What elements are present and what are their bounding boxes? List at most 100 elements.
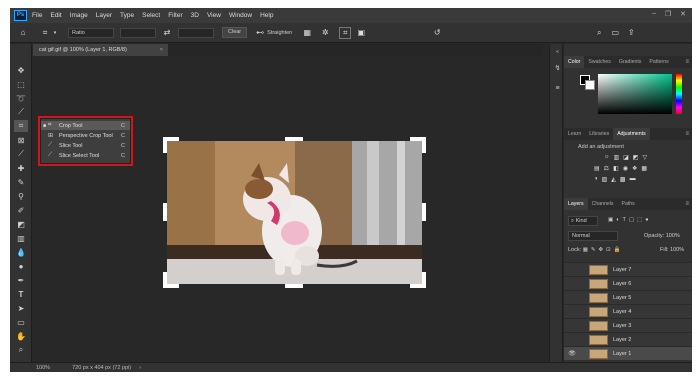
content-aware-icon[interactable]: ▣ (356, 28, 366, 38)
delete-cropped-pixels-icon[interactable]: ⌗ (339, 26, 352, 39)
vibrance-icon[interactable]: ▽ (643, 154, 648, 161)
swap-icon[interactable]: ⇄ (162, 28, 172, 38)
crop-handle-top-right[interactable] (422, 137, 426, 153)
background-color-swatch[interactable] (585, 80, 595, 90)
menu-layer[interactable]: Layer (96, 12, 112, 19)
eraser-tool-icon[interactable]: ◩ (14, 218, 28, 230)
menu-window[interactable]: Window (229, 12, 252, 19)
history-icon[interactable]: ↯ (553, 64, 562, 73)
menu-image[interactable]: Image (70, 12, 88, 19)
menu-file[interactable]: File (32, 12, 42, 19)
frame-tool-icon[interactable]: ⊠ (14, 134, 28, 146)
tab-color[interactable]: Color (564, 56, 585, 68)
panel-menu-icon[interactable]: ≡ (685, 198, 689, 210)
layer-row[interactable]: Layer 2 (564, 332, 692, 346)
layer-row[interactable]: Layer 7 (564, 262, 692, 276)
minimize-icon[interactable]: – (652, 10, 656, 18)
posterize-icon[interactable]: ▨ (602, 176, 608, 183)
brightness-icon[interactable]: ☼ (604, 154, 610, 161)
rectangle-tool-icon[interactable]: ▭ (14, 316, 28, 328)
crop-handle-bottom-left[interactable] (163, 272, 167, 288)
share-icon[interactable]: ⇪ (626, 28, 636, 38)
clone-stamp-tool-icon[interactable]: ⚲ (14, 190, 28, 202)
chevron-down-icon[interactable]: ▾ (50, 28, 60, 38)
layer-row[interactable]: Layer 4 (564, 304, 692, 318)
menu-3d[interactable]: 3D (191, 12, 199, 19)
pen-tool-icon[interactable]: ✒ (14, 274, 28, 286)
quick-select-tool-icon[interactable]: ⟋ (14, 106, 28, 118)
status-menu-icon[interactable]: › (139, 365, 141, 371)
layer-row[interactable]: Layer 6 (564, 276, 692, 290)
crop-tool-icon[interactable]: ⌗ (14, 120, 28, 132)
overlay-grid-icon[interactable]: ▦ (302, 28, 312, 38)
healing-brush-tool-icon[interactable]: ✚ (14, 162, 28, 174)
close-icon[interactable]: ✕ (680, 10, 686, 18)
layer-row[interactable]: Layer 5 (564, 290, 692, 304)
crop-handle-middle-left[interactable] (163, 203, 167, 221)
crop-handle-top-center[interactable] (285, 137, 303, 141)
channel-mixer-icon[interactable]: ❖ (632, 165, 637, 172)
color-balance-icon[interactable]: ⚖ (604, 165, 609, 172)
visibility-eye-icon[interactable]: 👁 (568, 350, 576, 358)
brush-tool-icon[interactable]: ✎ (14, 176, 28, 188)
search-icon[interactable]: ⌕ (594, 28, 604, 38)
tab-paths[interactable]: Paths (618, 198, 639, 210)
hue-slider[interactable] (676, 74, 682, 114)
crop-handle-top-left[interactable] (163, 137, 167, 153)
zoom-tool-icon[interactable]: ⌕ (14, 344, 28, 356)
marquee-tool-icon[interactable]: ⬚ (14, 78, 28, 90)
exposure-icon[interactable]: ◩ (633, 154, 639, 161)
ratio-height-field[interactable] (178, 27, 214, 38)
photo-filter-icon[interactable]: ◉ (623, 165, 628, 172)
opacity-value[interactable]: 100% (666, 233, 680, 239)
zoom-level[interactable]: 100% (36, 365, 50, 371)
dodge-tool-icon[interactable]: ● (14, 260, 28, 272)
home-icon[interactable]: ⌂ (18, 28, 28, 38)
selective-color-icon[interactable]: ▩ (620, 176, 626, 183)
fill-value[interactable]: 100% (670, 247, 684, 253)
move-tool-icon[interactable]: ✥ (14, 64, 28, 76)
tab-gradients[interactable]: Gradients (615, 56, 646, 68)
menu-view[interactable]: View (207, 12, 221, 19)
crop-handle-bottom-right[interactable] (422, 272, 426, 288)
canvas-image[interactable] (167, 141, 422, 284)
hand-tool-icon[interactable]: ✋ (14, 330, 28, 342)
workspace-icon[interactable]: ▭ (610, 28, 620, 38)
straighten-icon[interactable]: ⊷ (255, 28, 265, 38)
tab-libraries[interactable]: Libraries (585, 128, 613, 140)
panel-menu-icon[interactable]: ≡ (685, 128, 689, 140)
menu-edit[interactable]: Edit (50, 12, 61, 19)
eyedropper-tool-icon[interactable]: ⟋ (14, 148, 28, 160)
layer-row[interactable]: Layer 3 (564, 318, 692, 332)
collapse-arrows-icon[interactable]: « (553, 48, 562, 57)
reset-icon[interactable]: ↺ (432, 28, 442, 38)
canvas-area[interactable] (33, 56, 543, 362)
gear-icon[interactable]: ✲ (320, 28, 330, 38)
tab-channels[interactable]: Channels (588, 198, 618, 210)
tab-swatches[interactable]: Swatches (584, 56, 615, 68)
ratio-width-field[interactable] (120, 27, 156, 38)
menu-filter[interactable]: Filter (168, 12, 182, 19)
curves-icon[interactable]: ◪ (623, 154, 629, 161)
lasso-tool-icon[interactable]: ➰ (14, 92, 28, 104)
type-tool-icon[interactable]: T (14, 288, 28, 300)
history-brush-tool-icon[interactable]: ✐ (14, 204, 28, 216)
layer-kind-select[interactable]: ⌕ Kind (568, 216, 598, 226)
color-lookup-icon[interactable]: ▦ (641, 165, 647, 172)
tab-adjustments[interactable]: Adjustments (613, 128, 650, 140)
crop-handle-bottom-center[interactable] (285, 284, 303, 288)
crop-tool-preset-icon[interactable]: ⌗ (40, 28, 50, 38)
restore-icon[interactable]: ❐ (665, 10, 671, 18)
tab-learn[interactable]: Learn (564, 128, 585, 140)
panel-menu-icon[interactable]: ≡ (685, 56, 689, 68)
clear-button[interactable]: Clear (222, 27, 248, 38)
path-selection-tool-icon[interactable]: ➤ (14, 302, 28, 314)
menu-type[interactable]: Type (120, 12, 134, 19)
document-tab[interactable]: cat gif.gif @ 100% (Layer 1, RGB/8) × (33, 44, 168, 56)
blur-tool-icon[interactable]: 💧 (14, 246, 28, 258)
ratio-select[interactable]: Ratio (68, 27, 114, 38)
levels-icon[interactable]: ▥ (614, 154, 620, 161)
menu-help[interactable]: Help (260, 12, 273, 19)
tab-patterns[interactable]: Patterns (645, 56, 672, 68)
hue-saturation-icon[interactable]: ▤ (594, 165, 600, 172)
